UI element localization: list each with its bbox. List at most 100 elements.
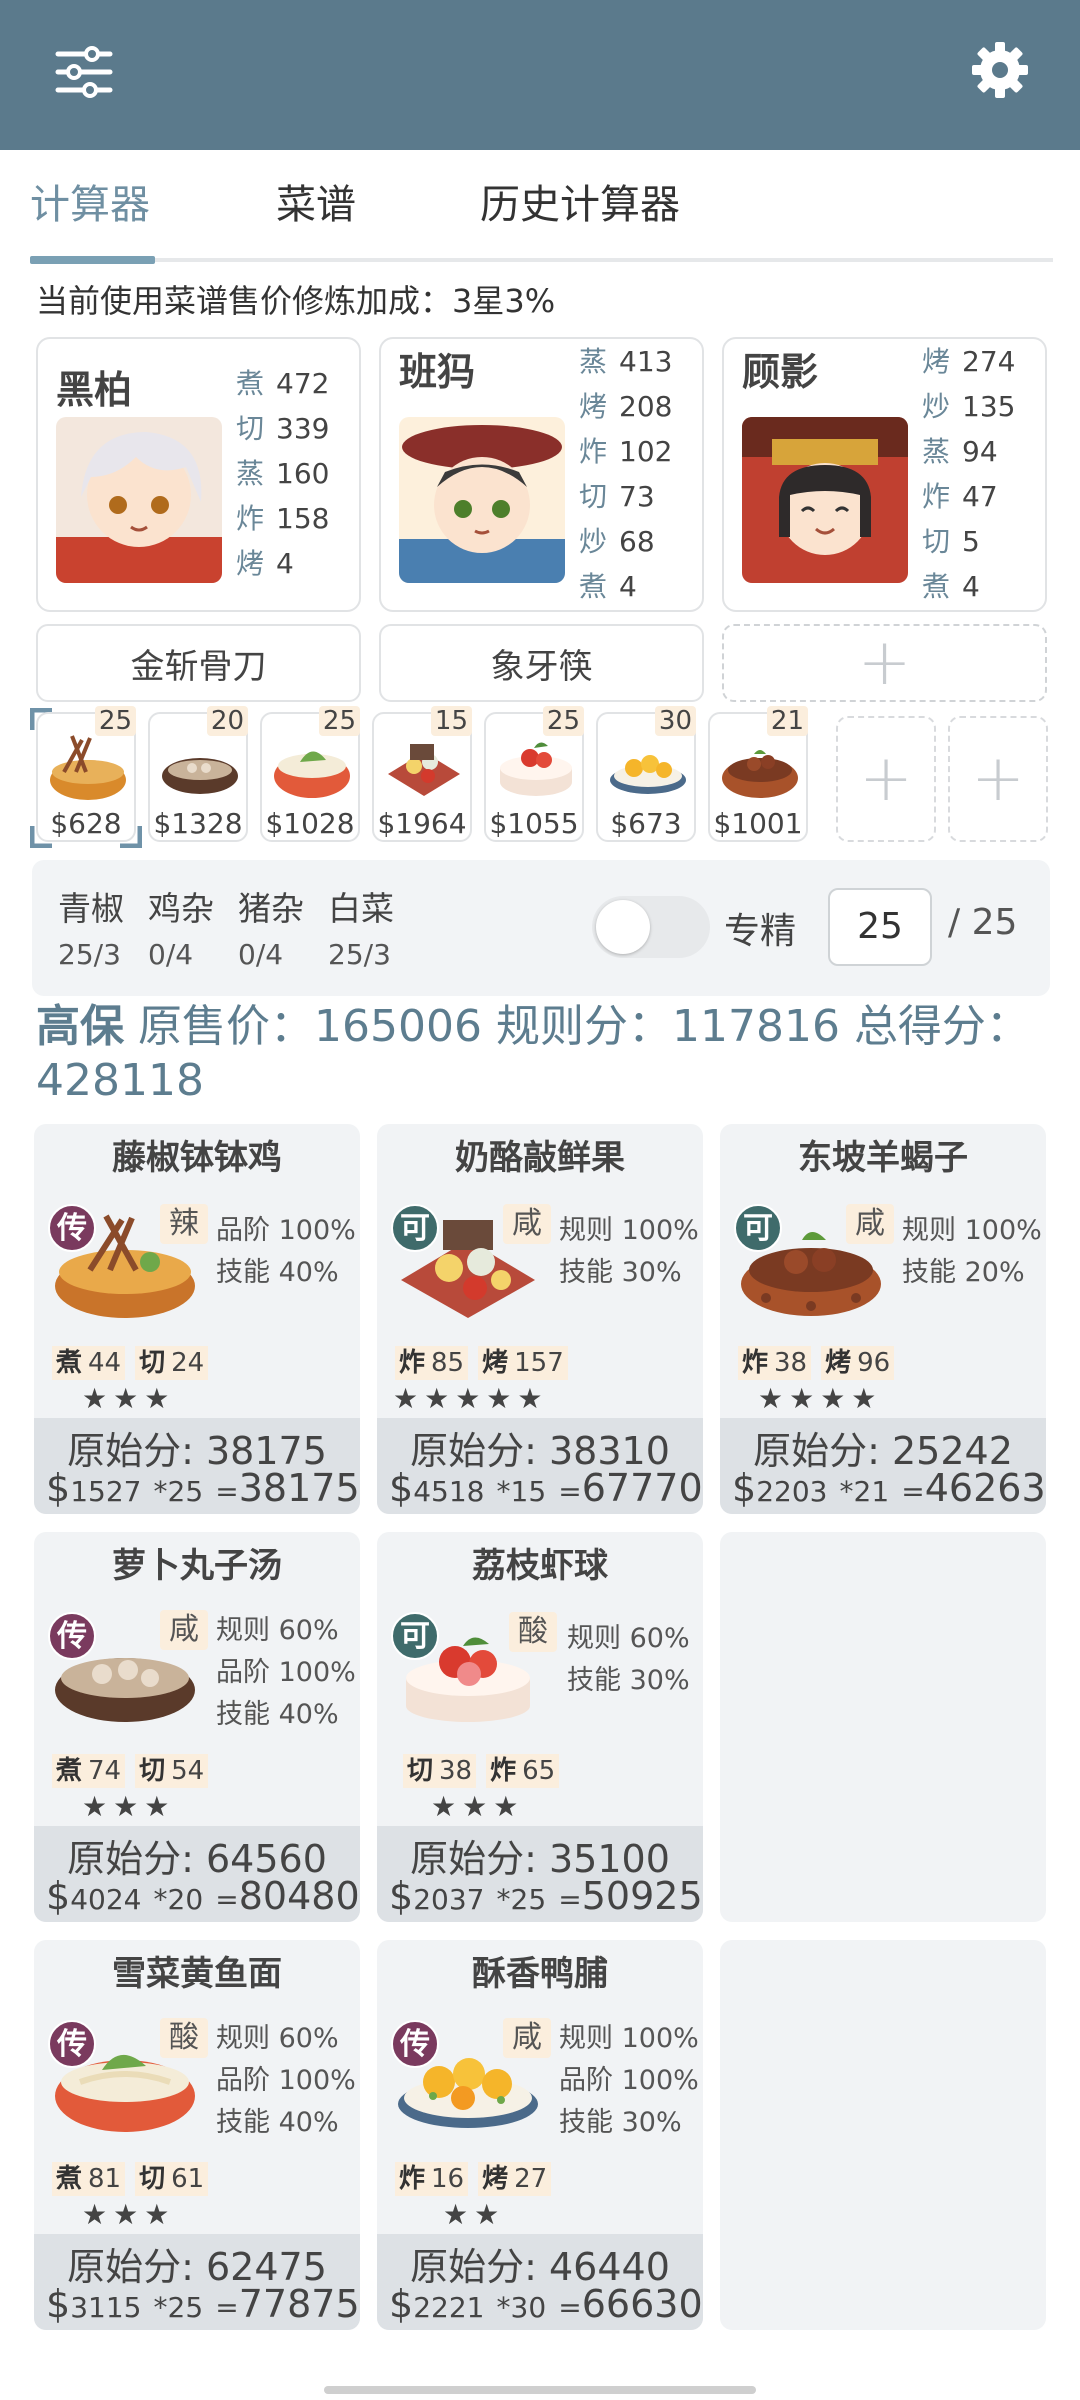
specialize-label: 专精 — [724, 911, 797, 952]
equipment-slot-1[interactable]: 金斩骨刀 — [36, 624, 361, 702]
skill-requirements: 煮 74 切 54 — [52, 1754, 209, 1788]
skill-requirements: 炸 38 烤 96 — [738, 1346, 895, 1380]
chef-stats: 烤 274 炒 135 蒸 94 炸 47 切5 煮4 — [922, 345, 1016, 603]
recipe-name: 萝卜丸子汤 — [112, 1546, 282, 1586]
tab-calculator[interactable]: 计算器 — [30, 172, 150, 242]
star-rating: ★★★★★ — [393, 1382, 549, 1415]
dish-thumb[interactable]: 25 $628 — [36, 706, 136, 842]
recipe-rules: 规则 100% 技能 20% — [902, 1215, 1042, 1288]
rarity-badge: 可 — [391, 1204, 439, 1252]
dish-thumb[interactable]: 30 $673 — [596, 706, 696, 842]
dish-price: $1328 — [153, 807, 243, 840]
specialize-count-max: / 25 — [948, 902, 1018, 943]
level-label: 高保 — [36, 1001, 124, 1052]
rarity-badge: 传 — [48, 2020, 96, 2068]
dish-price: $628 — [50, 807, 122, 840]
specialize-count-input[interactable]: 25 — [828, 888, 932, 966]
equipment-slot-2[interactable]: 象牙筷 — [379, 624, 704, 702]
top-app-bar — [0, 0, 1080, 150]
tab-recipes[interactable]: 菜谱 — [276, 172, 356, 242]
skill-requirements: 切 38 炸 65 — [403, 1754, 560, 1788]
dish-image — [50, 735, 126, 800]
score-footer: 原始分: 64560 $4024 *20 =80480 — [34, 1826, 360, 1922]
score-calc: $1527 *25 =38175 — [46, 1466, 360, 1510]
recipe-card[interactable]: 东坡羊蝎子 可 咸 规则 100% 技能 20% 炸 38 烤 96 ★★★★ 原始分… — [720, 1124, 1046, 1514]
toggle-knob — [596, 900, 650, 954]
rarity-badge: 传 — [48, 1612, 96, 1660]
dish-thumb[interactable]: 21 $1001 — [708, 706, 808, 842]
chef-name: 黑柏 — [56, 368, 133, 412]
score-calc: $4518 *15 =67770 — [389, 1466, 703, 1510]
score-footer: 原始分: 35100 $2037 *25 =50925 — [377, 1826, 703, 1922]
recipe-name: 酥香鸭脯 — [472, 1954, 608, 1994]
score-footer: 原始分: 62475 $3115 *25 =77875 — [34, 2234, 360, 2330]
dish-quantity: 21 — [766, 706, 808, 736]
tab-divider — [155, 258, 1053, 262]
dish-thumb[interactable]: 25 $1028 — [260, 706, 360, 842]
star-rating: ★★★ — [431, 1790, 525, 1823]
flavor-tag: 辣 — [160, 1204, 208, 1244]
score-calc: $3115 *25 =77875 — [46, 2282, 360, 2326]
recipe-card[interactable]: 萝卜丸子汤 传 咸 规则 60% 品阶 100% 技能 40% 煮 74 切 54 ★★… — [34, 1532, 360, 1922]
star-rating: ★★★ — [82, 1790, 176, 1823]
gear-icon[interactable] — [968, 38, 1032, 102]
rarity-badge: 可 — [734, 1204, 782, 1252]
chef-card-2[interactable]: 班犸 蒸 413 烤 208 炸 102 切 73 炒 68 煮4 — [379, 337, 704, 612]
dish-quantity: 25 — [94, 706, 136, 736]
sliders-icon[interactable] — [52, 40, 116, 104]
chef-portrait — [56, 417, 222, 583]
score-calc: $2037 *25 =50925 — [389, 1874, 703, 1918]
flavor-tag: 酸 — [160, 2018, 208, 2058]
ingredient-item: 青椒 25/3 — [58, 889, 124, 971]
rarity-badge: 传 — [48, 1204, 96, 1252]
empty-recipe-slot — [720, 1532, 1046, 1922]
add-dish-button[interactable]: + — [948, 716, 1048, 842]
dish-thumb[interactable]: 20 $1328 — [148, 706, 248, 842]
chef-portrait — [399, 417, 565, 583]
ingredient-item: 白菜 25/3 — [328, 889, 394, 971]
score-footer: 原始分: 46440 $2221 *30 =66630 — [377, 2234, 703, 2330]
dish-thumb[interactable]: 25 $1055 — [484, 706, 584, 842]
rarity-badge: 可 — [391, 1612, 439, 1660]
recipe-card[interactable]: 奶酪敲鲜果 可 咸 规则 100% 技能 30% 炸 85 烤 157 ★★★★★ 原… — [377, 1124, 703, 1514]
skill-requirements: 炸 85 烤 157 — [395, 1346, 568, 1380]
dish-price: $1055 — [489, 807, 579, 840]
dish-quantity: 25 — [542, 706, 584, 736]
plus-icon: + — [971, 742, 1025, 816]
chef-card-3[interactable]: 顾影 烤 274 炒 135 蒸 94 炸 47 切5 煮4 — [722, 337, 1047, 612]
chef-stats: 蒸 413 烤 208 炸 102 切 73 炒 68 煮4 — [579, 345, 673, 603]
active-tab-indicator — [30, 256, 155, 264]
recipe-card[interactable]: 酥香鸭脯 传 咸 规则 100% 品阶 100% 技能 30% 炸 16 烤 27 ★★… — [377, 1940, 703, 2330]
chef-name: 班犸 — [399, 350, 476, 394]
add-equipment-button[interactable]: + — [722, 624, 1047, 702]
dish-quantity: 20 — [206, 706, 248, 736]
recipe-name: 藤椒钵钵鸡 — [112, 1138, 282, 1178]
original-price: 165006 — [314, 1001, 482, 1052]
ingredient-item: 猪杂 0/4 — [238, 889, 304, 971]
dish-thumb[interactable]: 15 $1964 — [372, 706, 472, 842]
skill-requirements: 煮 44 切 24 — [52, 1346, 209, 1380]
flavor-tag: 咸 — [160, 1610, 208, 1650]
recipe-card[interactable]: 雪菜黄鱼面 传 酸 规则 60% 品阶 100% 技能 40% 煮 81 切 61 ★★… — [34, 1940, 360, 2330]
recipe-card[interactable]: 荔枝虾球 可 酸 规则 60% 技能 30% 切 38 炸 65 ★★★ 原始分: 3… — [377, 1532, 703, 1922]
price-bonus-text: 当前使用菜谱售价修炼加成：3星3% — [36, 282, 556, 320]
rule-score: 117816 — [671, 1001, 840, 1052]
dish-quantity: 25 — [318, 706, 360, 736]
flavor-tag: 咸 — [503, 2018, 551, 2058]
dish-price: $1964 — [377, 807, 467, 840]
dish-price: $673 — [610, 807, 682, 840]
recipe-card[interactable]: 藤椒钵钵鸡 传 辣 品阶 100% 技能 40% 煮 44 切 24 ★★★ 原始分:… — [34, 1124, 360, 1514]
dish-price: $1001 — [713, 807, 803, 840]
chef-card-1[interactable]: 黑柏 煮 472 切 339 蒸 160 炸 158 烤4 — [36, 337, 361, 612]
tab-history-calculator[interactable]: 历史计算器 — [480, 172, 680, 242]
flavor-tag: 咸 — [846, 1204, 894, 1244]
add-dish-button[interactable]: + — [836, 716, 936, 842]
recipe-rules: 规则 60% 品阶 100% 技能 40% — [216, 1615, 356, 1730]
recipe-name: 奶酪敲鲜果 — [455, 1138, 625, 1178]
recipe-rules: 规则 60% 技能 30% — [567, 1623, 690, 1696]
flavor-tag: 咸 — [503, 1204, 551, 1244]
home-indicator[interactable] — [324, 2386, 756, 2394]
star-rating: ★★ — [443, 2198, 506, 2231]
skill-requirements: 炸 16 烤 27 — [395, 2162, 552, 2196]
dish-image — [500, 742, 572, 796]
